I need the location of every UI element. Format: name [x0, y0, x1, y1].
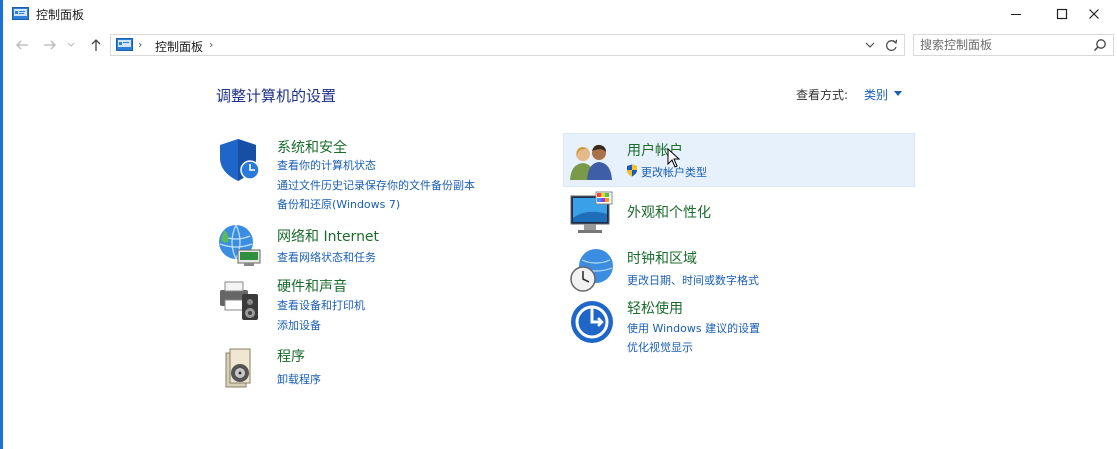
up-button[interactable]	[87, 36, 105, 54]
refresh-button[interactable]	[882, 37, 900, 53]
link-optimize-visual-display[interactable]: 优化视觉显示	[627, 339, 693, 355]
search-input[interactable]	[920, 37, 1080, 53]
category-system-security[interactable]: 系统和安全	[277, 137, 347, 157]
mouse-cursor-icon	[667, 148, 681, 168]
chevron-down-icon	[67, 42, 75, 47]
forward-button[interactable]	[41, 36, 59, 54]
link-uninstall-program[interactable]: 卸载程序	[277, 371, 321, 387]
breadcrumb-separator-icon: ›	[138, 38, 143, 51]
control-panel-icon	[116, 38, 133, 51]
shield-icon	[220, 139, 260, 181]
link-add-device[interactable]: 添加设备	[277, 317, 321, 333]
close-icon	[1089, 9, 1099, 19]
address-history-dropdown[interactable]	[862, 37, 878, 53]
maximize-icon	[1056, 8, 1068, 20]
printer-speaker-icon	[220, 281, 258, 320]
breadcrumb-control-panel[interactable]: 控制面板	[155, 38, 203, 55]
link-view-computer-status[interactable]: 查看你的计算机状态	[277, 157, 376, 173]
ease-of-access-icon	[571, 301, 613, 343]
recent-locations-button[interactable]	[65, 36, 77, 54]
category-ease-of-access[interactable]: 轻松使用	[627, 298, 683, 318]
chevron-down-icon	[865, 42, 875, 48]
link-change-date-time-format[interactable]: 更改日期、时间或数字格式	[627, 272, 759, 288]
link-backup-restore[interactable]: 备份和还原(Windows 7)	[277, 196, 400, 212]
user-accounts-icon	[570, 144, 612, 180]
page-title: 调整计算机的设置	[216, 87, 337, 105]
chevron-down-icon[interactable]	[894, 91, 902, 96]
search-icon[interactable]	[1093, 38, 1107, 52]
link-file-history-backup[interactable]: 通过文件历史记录保存你的文件备份副本	[277, 177, 475, 193]
refresh-icon	[885, 39, 897, 51]
programs-icon	[225, 348, 251, 388]
minimize-button[interactable]	[993, 0, 1039, 28]
clock-globe-icon	[570, 249, 613, 292]
arrow-up-icon	[91, 39, 101, 51]
back-button[interactable]	[13, 36, 31, 54]
category-clock-region[interactable]: 时钟和区域	[627, 248, 697, 268]
view-by-label: 查看方式:	[796, 88, 849, 102]
globe-network-icon	[219, 224, 261, 266]
arrow-left-icon	[16, 40, 28, 50]
arrow-right-icon	[44, 40, 56, 50]
view-by-dropdown[interactable]: 类别	[864, 86, 888, 103]
link-devices-printers[interactable]: 查看设备和打印机	[277, 297, 365, 313]
monitor-personalization-icon	[570, 191, 613, 233]
link-network-status[interactable]: 查看网络状态和任务	[277, 249, 376, 265]
minimize-icon	[1011, 14, 1021, 15]
uac-shield-icon	[627, 164, 637, 177]
title-bar: 控制面板	[3, 0, 1117, 28]
breadcrumb-separator-icon[interactable]: ›	[209, 38, 213, 51]
window-border	[0, 0, 3, 449]
category-appearance-personalization[interactable]: 外观和个性化	[627, 202, 711, 222]
search-box[interactable]	[913, 34, 1114, 56]
link-windows-suggested-settings[interactable]: 使用 Windows 建议的设置	[627, 320, 760, 336]
category-hardware-sound[interactable]: 硬件和声音	[277, 276, 347, 296]
category-network-internet[interactable]: 网络和 Internet	[277, 226, 379, 246]
category-programs[interactable]: 程序	[277, 346, 305, 366]
control-panel-icon	[12, 7, 29, 20]
close-button[interactable]	[1071, 0, 1117, 28]
navigation-bar: › 控制面板 ›	[3, 32, 1117, 60]
address-bar[interactable]: › 控制面板 ›	[110, 34, 905, 56]
window-title: 控制面板	[36, 8, 85, 22]
